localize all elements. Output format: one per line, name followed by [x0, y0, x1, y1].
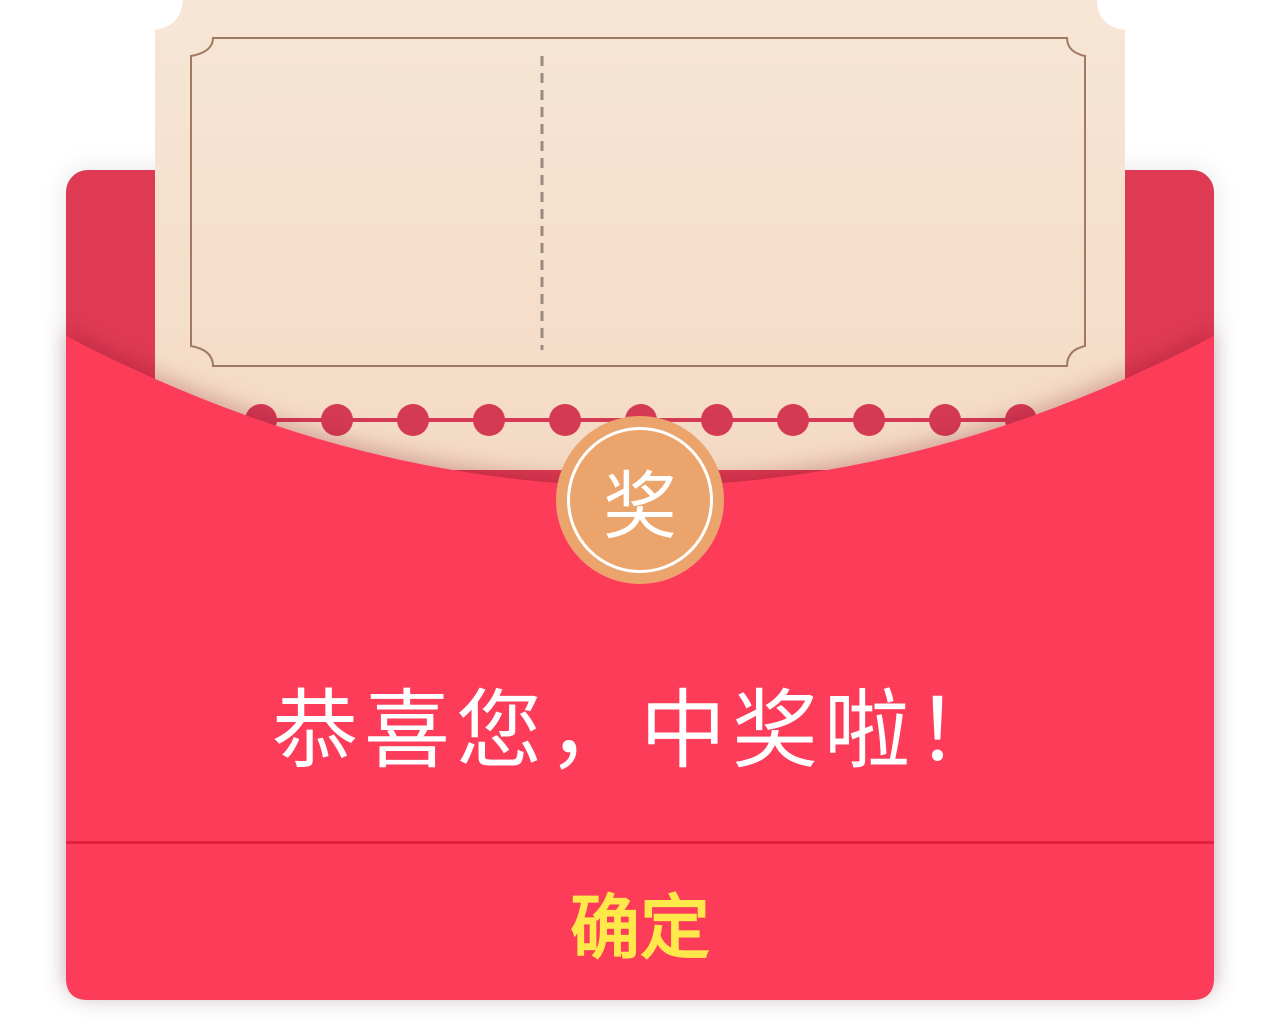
prize-dialog: 奖 恭喜您，中奖啦！ 确定 — [0, 0, 1280, 1018]
confirm-button[interactable]: 确定 — [66, 845, 1214, 1000]
medal-label: 奖 — [567, 427, 713, 573]
divider — [66, 841, 1214, 844]
prize-medal-icon: 奖 — [556, 416, 724, 584]
congrats-message: 恭喜您，中奖啦！ — [272, 681, 1008, 781]
